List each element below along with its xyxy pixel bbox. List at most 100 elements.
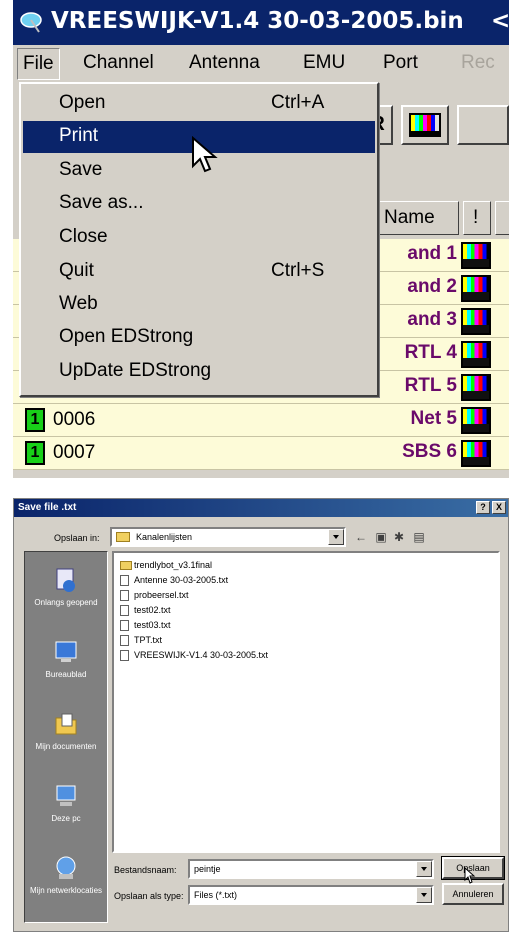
up-folder-icon[interactable]: ▣ [374, 530, 388, 544]
place-label: Mijn documenten [35, 742, 97, 751]
column-header-name[interactable]: Name [373, 201, 459, 235]
channel-number: 0007 [53, 442, 96, 463]
main-application-window: VREESWIJK-V1.4 30-03-2005.bin < File Cha… [13, 0, 509, 478]
filename-field[interactable]: peintje [188, 859, 434, 879]
mouse-pointer-icon [464, 867, 476, 884]
desktop-icon [55, 641, 77, 662]
channel-name: and 1 [407, 243, 457, 264]
tv-test-pattern-icon [461, 275, 491, 302]
filetype-value: Files (*.txt) [194, 890, 238, 900]
menu-antenna[interactable]: Antenna [189, 52, 260, 74]
mouse-pointer-icon [192, 136, 218, 173]
menu-item-label: UpDate EDStrong [59, 360, 212, 381]
place-label: Onlangs geopend [34, 598, 98, 607]
place-network[interactable]: Mijn netwerklocaties [25, 850, 107, 920]
channel-name: RTL 5 [404, 375, 457, 396]
file-name: TPT.txt [134, 635, 163, 645]
menu-port[interactable]: Port [383, 52, 418, 74]
text-file-icon [120, 650, 129, 661]
folder-icon [116, 532, 130, 542]
help-button[interactable]: ? [476, 501, 490, 514]
toolbar-button-partial[interactable] [457, 105, 509, 145]
app-title-bar[interactable]: VREESWIJK-V1.4 30-03-2005.bin < [13, 0, 509, 45]
cancel-button[interactable]: Annuleren [442, 883, 504, 905]
place-my-documents[interactable]: Mijn documenten [25, 706, 107, 776]
chevron-down-icon[interactable] [416, 887, 432, 903]
new-folder-icon[interactable]: ✱ [392, 530, 406, 544]
tv-test-pattern-icon [461, 341, 491, 368]
tv-test-pattern-icon [461, 407, 491, 434]
tv-test-pattern-button[interactable] [401, 105, 449, 145]
view-menu-icon[interactable]: ▤ [412, 530, 426, 544]
text-file-icon [120, 635, 129, 646]
text-file-icon [120, 575, 129, 586]
file-name: test03.txt [134, 620, 171, 630]
place-desktop[interactable]: Bureaublad [25, 634, 107, 704]
tv-test-pattern-icon [461, 242, 491, 269]
channel-row[interactable]: 1 0006 Net 5 [13, 404, 509, 437]
network-places-icon [56, 856, 76, 879]
file-name: trendlybot_v3.1final [134, 560, 213, 570]
channel-name: and 2 [407, 276, 457, 297]
menu-item-open[interactable]: Open Ctrl+A [23, 88, 375, 120]
menu-item-label: Save [59, 159, 103, 180]
dialog-title-bar[interactable]: Save file .txt ? X [14, 499, 508, 517]
file-name: VREESWIJK-V1.4 30-03-2005.txt [134, 650, 269, 660]
menu-item-quit[interactable]: Quit Ctrl+S [23, 256, 375, 288]
menu-file[interactable]: File [17, 48, 60, 80]
menu-item-web[interactable]: Web [23, 289, 375, 321]
column-header-flag[interactable]: ! [463, 201, 491, 235]
menu-item-label: Quit [59, 260, 94, 281]
menu-rec[interactable]: Rec [461, 52, 495, 74]
menu-emu[interactable]: EMU [303, 52, 345, 74]
tv-test-pattern-icon [461, 374, 491, 401]
chevron-down-icon[interactable] [416, 861, 432, 877]
channel-badge: 1 [25, 408, 45, 432]
channel-number: 0006 [53, 409, 96, 430]
place-this-pc[interactable]: Deze pc [25, 778, 107, 848]
folder-icon [120, 561, 132, 570]
look-in-dropdown[interactable]: Kanalenlijsten [110, 527, 346, 547]
filetype-label: Opslaan als type: [114, 891, 184, 901]
menu-item-shortcut: Ctrl+S [271, 260, 325, 281]
close-button[interactable]: X [492, 501, 506, 514]
file-dropdown-menu: Open Ctrl+A Print Save Save as... Close … [19, 82, 379, 397]
menu-item-save-as[interactable]: Save as... [23, 188, 375, 220]
place-recent[interactable]: Onlangs geopend [25, 562, 107, 632]
save-file-dialog: Save file .txt ? X Opslaan in: Kanalenli… [13, 498, 509, 932]
menu-item-shortcut: Ctrl+A [271, 92, 325, 113]
menu-item-label: Web [59, 293, 98, 314]
look-in-label: Opslaan in: [54, 533, 100, 543]
filetype-dropdown[interactable]: Files (*.txt) [188, 885, 434, 905]
menu-channel[interactable]: Channel [83, 52, 154, 74]
menu-item-close[interactable]: Close [23, 222, 375, 254]
channel-name: and 3 [407, 309, 457, 330]
channel-row[interactable]: 1 0007 SBS 6 [13, 437, 509, 470]
menu-item-open-edstrong[interactable]: Open EDStrong [23, 322, 375, 354]
tv-test-pattern-icon [461, 440, 491, 467]
back-arrow-icon[interactable]: ← [354, 530, 368, 544]
dialog-title: Save file .txt [18, 502, 77, 513]
file-list[interactable]: trendlybot_v3.1final Antenne 30-03-2005.… [112, 551, 500, 853]
file-name: Antenne 30-03-2005.txt [134, 575, 229, 585]
channel-name: SBS 6 [402, 441, 457, 462]
channel-name: RTL 4 [404, 342, 457, 363]
column-header-partial[interactable] [495, 201, 509, 235]
menu-item-label: Print [59, 125, 99, 146]
place-label: Mijn netwerklocaties [29, 886, 103, 895]
file-name: test02.txt [134, 605, 171, 615]
text-file-icon [120, 605, 129, 616]
menu-item-update-edstrong[interactable]: UpDate EDStrong [23, 356, 375, 388]
channel-badge: 1 [25, 441, 45, 465]
menu-item-label: Open EDStrong [59, 326, 194, 347]
my-documents-icon [55, 713, 77, 735]
app-title-overflow: < [491, 8, 509, 34]
places-bar: Onlangs geopend Bureaublad Mijn document… [24, 551, 108, 923]
menu-item-label: Close [59, 226, 108, 247]
satellite-dish-icon [20, 12, 42, 33]
tv-test-pattern-icon [409, 113, 441, 137]
chevron-down-icon[interactable] [328, 529, 344, 545]
tv-test-pattern-icon [461, 308, 491, 335]
app-title: VREESWIJK-V1.4 30-03-2005.bin [51, 8, 464, 34]
recent-documents-icon [56, 568, 75, 592]
